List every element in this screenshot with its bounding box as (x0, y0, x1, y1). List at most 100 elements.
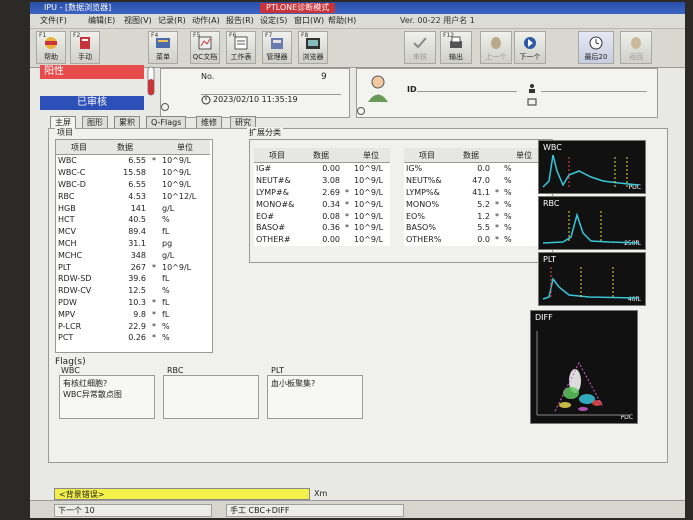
manager-button[interactable]: F7 管理器 (262, 31, 292, 64)
item-value: 0.00 (322, 235, 340, 245)
diff-abs-row[interactable]: NEUT#& 3.08 10^9/L (254, 175, 390, 187)
item-mark: * (345, 199, 349, 209)
browser-button[interactable]: F8 浏览器 (298, 31, 328, 64)
diff-abs-row[interactable]: LYMP#& 2.69 * 10^9/L (254, 187, 390, 199)
diff-pct-row[interactable]: LYMP%& 41.1 *% (404, 187, 546, 199)
item-name: IG# (256, 164, 272, 174)
tab-cumulative[interactable]: 累积 (114, 116, 140, 128)
cbc-row[interactable]: RDW-SD 39.6 fL (56, 273, 210, 285)
menu-file[interactable]: 文件(F) (40, 14, 67, 28)
menu-window[interactable]: 窗口(W) (294, 14, 324, 28)
output-button[interactable]: F12 输出 (440, 31, 472, 64)
last20-button[interactable]: 最后20 (578, 31, 614, 64)
cbc-row[interactable]: WBC-C 15.58 10^9/L (56, 167, 210, 179)
background-error-bar: <背景错误> (54, 488, 310, 500)
cbc-row[interactable]: P-LCR 22.9 *% (56, 320, 210, 332)
diff-abs-row[interactable]: OTHER# 0.00 10^9/L (254, 234, 390, 246)
cbc-row[interactable]: PDW 10.3 * fL (56, 297, 210, 309)
item-name: BASO# (256, 223, 286, 233)
item-unit: g/L (162, 250, 175, 260)
cbc-row[interactable]: RDW-CV 12.5% (56, 285, 210, 297)
worklist-button[interactable]: F6 工作表 (226, 31, 256, 64)
back-icon (631, 37, 641, 49)
diff-abs-row[interactable]: IG# 0.00 10^9/L (254, 163, 390, 175)
clock-icon (201, 95, 211, 105)
plt-histogram: PLT 40fL (538, 252, 646, 306)
diff-abs-row[interactable]: MONO#& 0.34 * 10^9/L (254, 198, 390, 210)
cbc-row[interactable]: WBC-D 6.55 10^9/L (56, 179, 210, 191)
menu-button[interactable]: F4 菜单 (148, 31, 178, 64)
item-mark (148, 202, 160, 214)
manual-button[interactable]: F2 手动 (70, 31, 100, 64)
diff-abs-row[interactable]: EO# 0.08 * 10^9/L (254, 210, 390, 222)
item-unit: 10^9/L (354, 187, 384, 197)
item-name: MCV (58, 227, 76, 237)
menu-record[interactable]: 记录(R) (158, 14, 186, 28)
qc-file-button[interactable]: F5 QC文档 (190, 31, 220, 64)
item-name: HCT (58, 215, 75, 225)
item-unit: 10^9/L (354, 176, 384, 186)
item-name: EO# (256, 211, 275, 221)
menu-settings[interactable]: 设定(S) (260, 14, 287, 28)
cbc-row[interactable]: MCHC 348 g/L (56, 249, 210, 261)
cbc-table: 项目 数据 单位 WBC 6.55 * 10^9/L WBC-C 15.58 10^9/L W… (56, 140, 210, 344)
menu-action[interactable]: 动作(A) (192, 14, 220, 28)
item-unit: 10^9/L (162, 156, 192, 166)
item-value: 31.1 (128, 238, 146, 248)
cbc-row[interactable]: MCH 31.1 pg (56, 238, 210, 250)
item-name: RBC (58, 191, 75, 201)
item-name: EO% (406, 211, 425, 221)
tab-maintenance[interactable]: 维修 (196, 116, 222, 128)
diff-pct-row[interactable]: MONO% 5.2 *% (404, 198, 546, 210)
flag-plt-label: PLT (271, 366, 285, 375)
item-value: 0.36 (322, 223, 340, 233)
item-mark (148, 179, 160, 191)
tab-graph[interactable]: 图形 (82, 116, 108, 128)
next-button[interactable]: 下一个 (514, 31, 546, 64)
cbc-row[interactable]: MCV 89.4 fL (56, 226, 210, 238)
item-name: PDW (58, 297, 77, 307)
item-mark: * (345, 187, 349, 197)
item-value: 41.1 (472, 187, 490, 197)
item-value: 89.4 (128, 227, 146, 237)
diff-pct-row[interactable]: NEUT%& 47.0% (404, 175, 546, 187)
tab-qflags[interactable]: Q-Flags (146, 116, 187, 128)
flag-rbc-label: RBC (167, 366, 184, 375)
item-mark (148, 214, 160, 226)
patient-settings-icon[interactable] (356, 106, 366, 116)
item-name: MPV (58, 309, 76, 319)
item-value: 22.9 (128, 321, 146, 331)
item-value: 9.8 (133, 309, 146, 319)
diff-pct-row[interactable]: IG% 0.0% (404, 163, 546, 175)
cbc-row[interactable]: PLT 267 * 10^9/L (56, 261, 210, 273)
item-name: MONO% (406, 199, 440, 209)
flags-panel: Flag(s) WBC RBC PLT 有核红细胞? WBC异常散点图 血小板聚… (53, 357, 365, 423)
cbc-row[interactable]: PCT 0.26 *% (56, 332, 210, 344)
diff-pct-row[interactable]: EO% 1.2 *% (404, 210, 546, 222)
menu-edit[interactable]: 编辑(E) (88, 14, 115, 28)
item-value: 5.5 (477, 223, 490, 233)
item-name: PLT (58, 262, 72, 272)
back-button[interactable]: 返回 (620, 31, 652, 64)
cbc-row[interactable]: RBC 4.53 10^12/L (56, 190, 210, 202)
menu-help[interactable]: 帮助(H) (328, 14, 356, 28)
diff-pct-row[interactable]: BASO% 5.5 *% (404, 222, 546, 234)
item-name: NEUT#& (256, 176, 291, 186)
item-value: 2.69 (322, 187, 340, 197)
validate-button[interactable]: 审核 (404, 31, 436, 64)
next-icon (524, 37, 536, 49)
sample-settings-icon[interactable] (160, 102, 170, 112)
diff-pct-row[interactable]: OTHER% 0.0 *% (404, 234, 546, 246)
previous-button[interactable]: 上一个 (480, 31, 512, 64)
cbc-row[interactable]: MPV 9.8 * fL (56, 308, 210, 320)
menu-view[interactable]: 视图(V) (124, 14, 152, 28)
cbc-row[interactable]: WBC 6.55 * 10^9/L (56, 155, 210, 167)
cbc-row[interactable]: HCT 40.5% (56, 214, 210, 226)
diff-abs-row[interactable]: BASO# 0.36 * 10^9/L (254, 222, 390, 234)
help-button[interactable]: F1 帮助 (36, 31, 66, 64)
item-name: PCT (58, 333, 74, 343)
menu-report[interactable]: 报告(R) (226, 14, 254, 28)
item-unit: 10^12/L (162, 191, 197, 201)
cbc-row[interactable]: HGB 141 g/L (56, 202, 210, 214)
analysis-mode-status: 手工 CBC+DIFF (226, 504, 404, 517)
